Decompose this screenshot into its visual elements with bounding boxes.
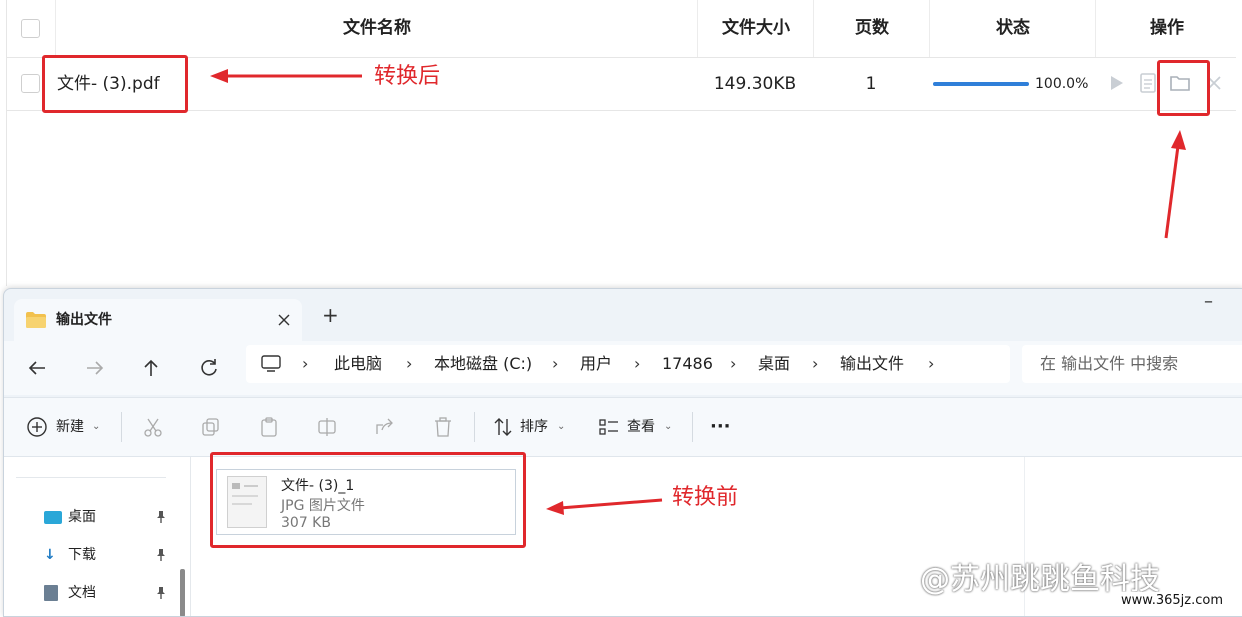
more-button[interactable]: ··· [710,398,731,456]
table-header: 文件名称 文件大小 页数 状态 操作 [6,0,1236,58]
chevron-down-icon: ⌄ [557,421,566,432]
watermark-url: www.365jz.com [1118,592,1226,609]
chevron-right-icon: › [406,354,413,373]
header-size: 文件大小 [697,0,814,57]
search-input[interactable]: 在 输出文件 中搜索 [1022,345,1242,383]
refresh-icon[interactable] [194,353,224,383]
delete-icon[interactable] [432,416,454,438]
row-size: 149.30KB [713,74,797,94]
new-button[interactable]: 新建 [56,398,84,456]
pin-icon[interactable] [154,510,168,524]
up-icon[interactable] [136,353,166,383]
breadcrumb-item[interactable]: 此电脑 [334,345,382,383]
sidebar-item-documents[interactable]: 文档 [44,581,96,605]
sort-button[interactable]: 排序 [520,398,548,456]
breadcrumb-item[interactable]: 输出文件 [840,345,904,383]
share-icon[interactable] [374,416,396,438]
close-tab-icon[interactable] [278,314,290,326]
sidebar-item-desktop[interactable]: 桌面 [44,505,96,529]
chevron-right-icon: › [302,354,309,373]
table-row: 文件- (3).pdf 149.30KB 1 100.0% [6,58,1236,111]
annotation-box-file [210,452,526,548]
tab-title: 输出文件 [56,312,112,328]
table-empty-area [6,111,1236,286]
sidebar-scrollbar[interactable] [180,569,185,616]
sidebar-item-label: 下载 [68,547,96,563]
annotation-box-folder [1157,60,1210,116]
documents-icon [44,585,58,601]
header-actions: 操作 [1095,0,1238,57]
chevron-right-icon: › [552,354,559,373]
forward-icon[interactable] [80,353,110,383]
chevron-right-icon: › [730,354,737,373]
download-icon: ↓ [44,547,56,563]
row-pages: 1 [865,74,877,94]
document-icon[interactable] [1137,72,1159,94]
back-icon[interactable] [22,353,52,383]
chevron-right-icon[interactable]: › [928,345,934,383]
divider [16,477,166,478]
pane-divider[interactable] [190,457,191,616]
pin-icon[interactable] [154,548,168,562]
play-icon[interactable] [1105,72,1127,94]
cut-icon[interactable] [142,416,164,438]
progress-fill [933,82,1029,86]
header-status: 状态 [929,0,1096,57]
divider [692,412,693,442]
chevron-down-icon: ⌄ [92,421,101,432]
pin-icon[interactable] [154,586,168,600]
computer-icon [261,355,281,372]
address-bar[interactable]: › 此电脑 › 本地磁盘 (C:) › 用户 › 17486 › 桌面 › 输出… [246,345,1010,383]
annotation-box-filename [42,55,188,113]
sidebar-item-label: 桌面 [68,509,96,525]
desktop-icon [44,510,62,524]
header-filename: 文件名称 [55,0,698,57]
chevron-right-icon: › [812,354,819,373]
breadcrumb-item[interactable]: 本地磁盘 (C:) [434,345,532,383]
new-tab-button[interactable]: + [322,303,339,327]
paste-icon[interactable] [258,416,280,438]
row-checkbox[interactable] [21,74,40,93]
copy-icon[interactable] [200,416,222,438]
breadcrumb-item[interactable]: 用户 [580,345,612,383]
sidebar-item-downloads[interactable]: ↓ 下载 [44,543,96,567]
divider [474,412,475,442]
tab-output-folder[interactable]: 输出文件 [14,299,302,341]
sidebar-item-label: 文档 [68,585,96,601]
plus-circle-icon [27,417,47,437]
command-bar: 新建 ⌄ 排序 ⌄ 查看 ⌄ ··· [4,397,1242,456]
view-icon [599,419,618,435]
progress-text: 100.0% [1035,76,1089,92]
breadcrumb-item[interactable]: 桌面 [758,345,790,383]
header-pages: 页数 [813,0,930,57]
folder-icon [26,312,46,328]
annotation-before-label: 转换前 [672,485,739,510]
sort-icon [494,418,512,436]
chevron-right-icon: › [634,354,641,373]
view-button[interactable]: 查看 [627,398,655,456]
navigation-bar: › 此电脑 › 本地磁盘 (C:) › 用户 › 17486 › 桌面 › 输出… [4,341,1242,395]
navigation-pane: 桌面 ↓ 下载 文档 [4,457,179,616]
select-all-checkbox[interactable] [21,19,40,38]
chevron-down-icon: ⌄ [664,421,673,432]
progress-bar [933,82,1029,86]
minimize-button[interactable]: – [1204,291,1213,312]
annotation-after-label: 转换后 [374,64,441,89]
rename-icon[interactable] [316,416,338,438]
breadcrumb-item[interactable]: 17486 [662,345,713,383]
divider [121,412,122,442]
converter-panel: 文件名称 文件大小 页数 状态 操作 文件- (3).pdf 149.30KB … [0,0,1242,290]
